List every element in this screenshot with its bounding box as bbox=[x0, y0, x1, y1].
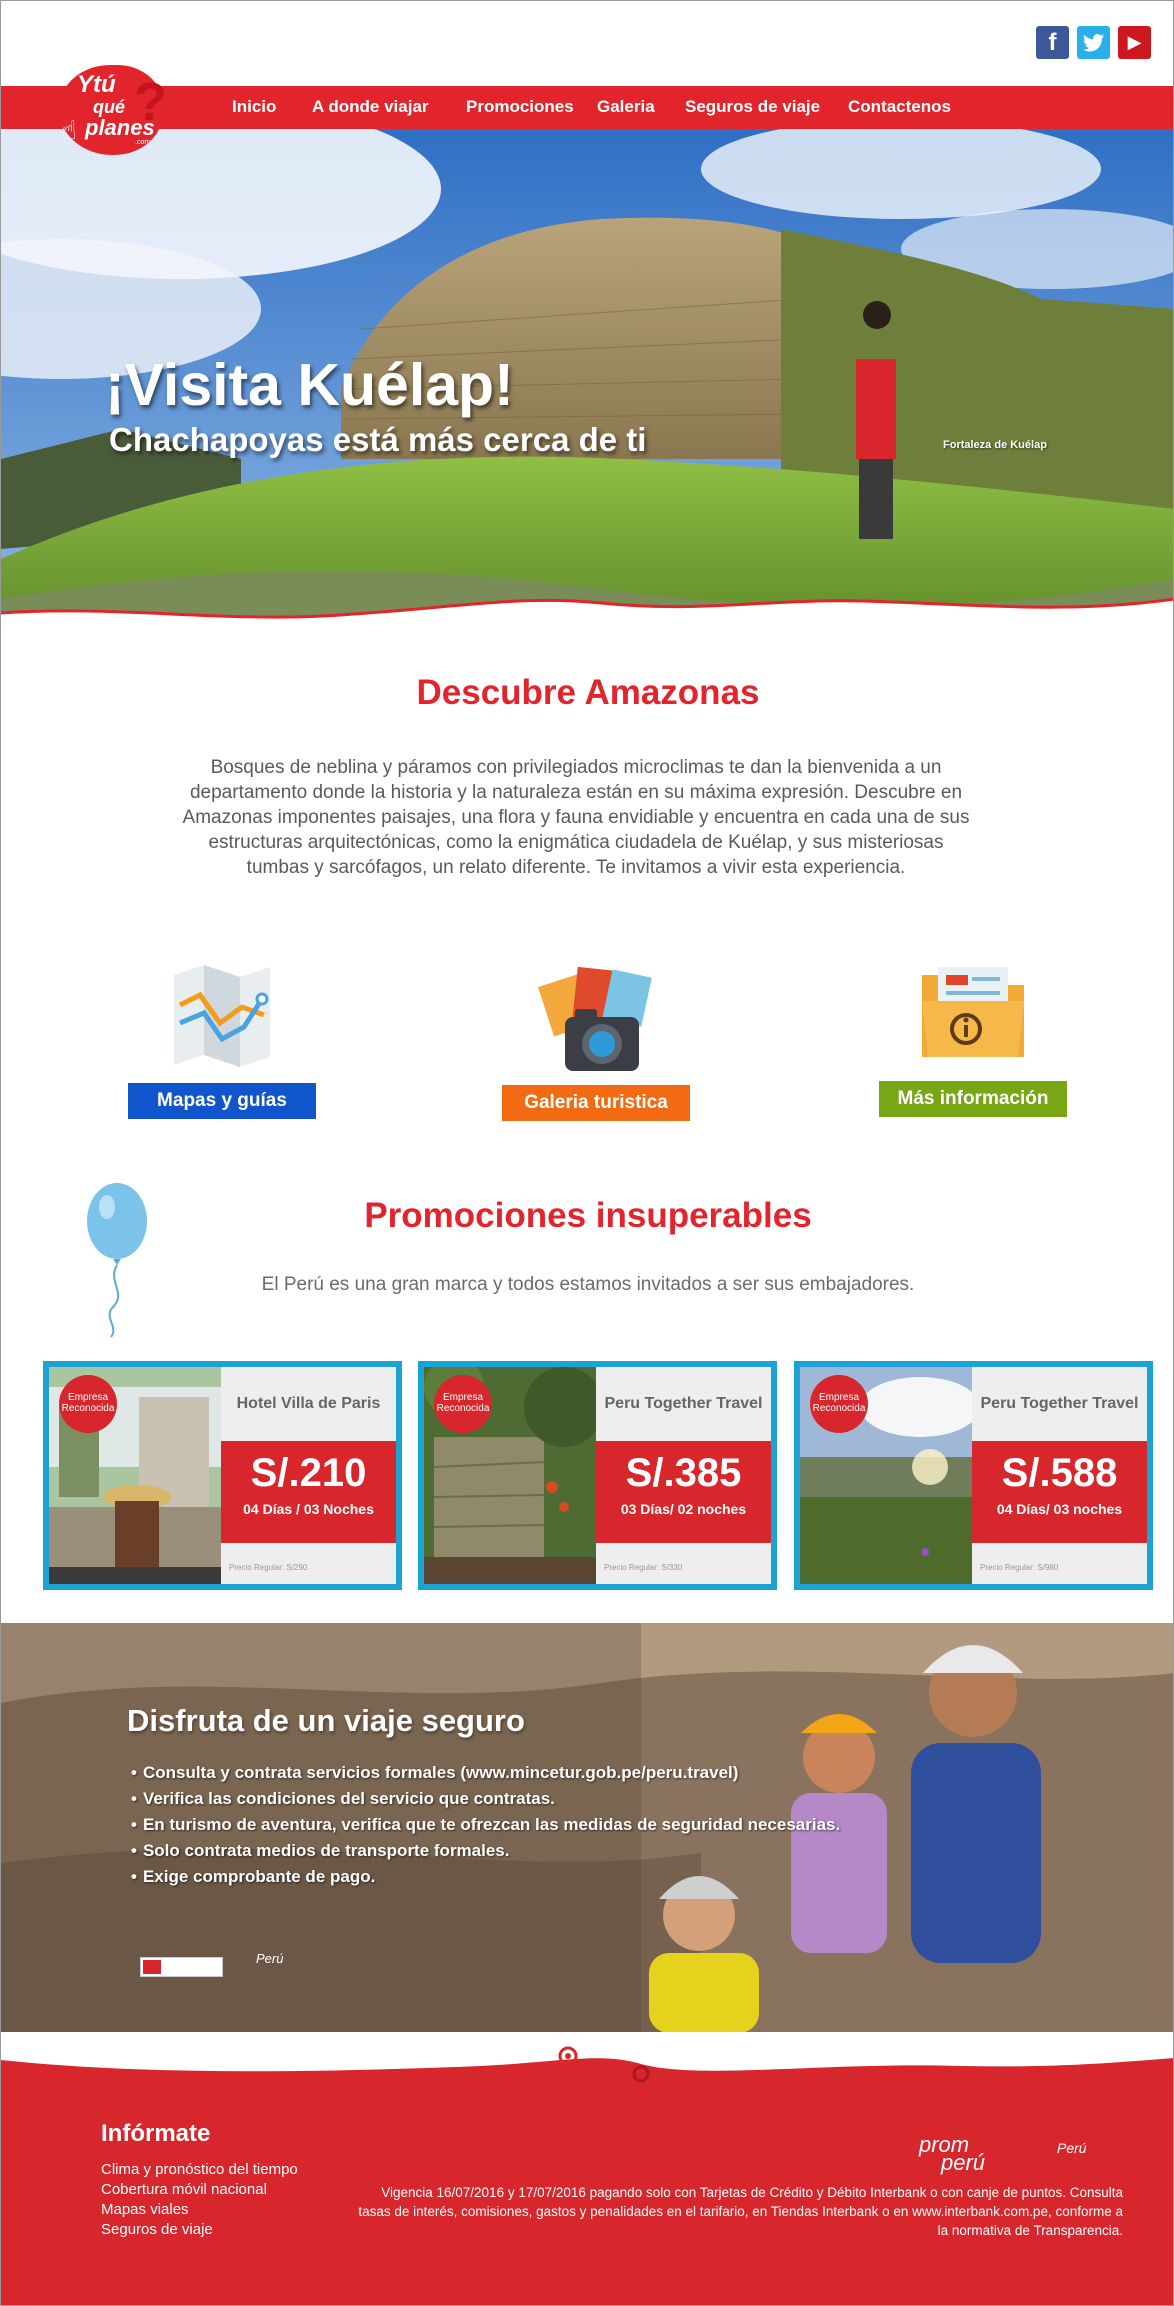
government-logo bbox=[140, 1957, 223, 1977]
page: f ▶ Inicio A donde viajar Promociones Ga… bbox=[0, 0, 1174, 2306]
safety-section: Disfruta de un viaje seguro Consulta y c… bbox=[1, 1623, 1173, 2032]
footer-link-travel-insurance[interactable]: Seguros de viaje bbox=[101, 2220, 298, 2240]
main-menu: Inicio A donde viajar Promociones Galeri… bbox=[1, 86, 1173, 129]
hero-banner: ¡Visita Kuélap! Chachapoyas está más cer… bbox=[1, 129, 1173, 635]
site-logo[interactable]: ? Ytú qué planes .com ☝ bbox=[59, 65, 167, 155]
more-info-button[interactable]: Más información bbox=[879, 1081, 1067, 1117]
promo-photo-landscape: Empresa Reconocida bbox=[800, 1367, 972, 1584]
nav-seguros-de-viaje[interactable]: Seguros de viaje bbox=[685, 97, 820, 117]
footer-legal-text: Vigencia 16/07/2016 y 17/07/2016 pagando… bbox=[358, 2185, 1123, 2238]
promo-card[interactable]: Empresa Reconocida Peru Together Travel … bbox=[418, 1361, 777, 1590]
discover-text: Bosques de neblina y páramos con privile… bbox=[182, 757, 970, 878]
promo-duration: 04 Días / 03 Noches bbox=[243, 1501, 374, 1517]
hero-caption: Fortaleza de Kuélap bbox=[943, 439, 1047, 451]
promo-price-box: S/.588 04 Días/ 03 noches bbox=[972, 1441, 1147, 1543]
footer-title: Infórmate bbox=[101, 2120, 211, 2147]
logo-text-com: .com bbox=[135, 139, 151, 146]
footer-link-mobile-coverage[interactable]: Cobertura móvil nacional bbox=[101, 2180, 298, 2200]
nav-contactenos[interactable]: Contactenos bbox=[848, 97, 951, 117]
safety-list: Consulta y contrata servicios formales (… bbox=[131, 1760, 840, 1890]
map-icon bbox=[174, 965, 270, 1067]
promo-name: Hotel Villa de Paris bbox=[236, 1395, 381, 1412]
recognized-company-badge: Empresa Reconocida bbox=[59, 1375, 117, 1433]
info-folder-icon bbox=[922, 967, 1024, 1057]
safety-item: Consulta y contrata servicios formales (… bbox=[131, 1760, 840, 1786]
peru-brand-logo: Perú bbox=[1057, 2140, 1087, 2156]
promo-card[interactable]: Empresa Reconocida Peru Together Travel … bbox=[794, 1361, 1153, 1590]
promo-price-box: S/.210 04 Días / 03 Noches bbox=[221, 1441, 396, 1543]
pointer-hand-icon: ☝ bbox=[61, 115, 77, 145]
facebook-icon[interactable]: f bbox=[1036, 26, 1069, 59]
nav-inicio[interactable]: Inicio bbox=[232, 97, 276, 117]
footer-links: Clima y pronóstico del tiempo Cobertura … bbox=[101, 2160, 298, 2240]
hero-subtitle: Chachapoyas está más cerca de ti bbox=[109, 421, 647, 458]
feature-info: Más información bbox=[878, 965, 1068, 1117]
twitter-icon[interactable] bbox=[1077, 26, 1110, 59]
nav-a-donde-viajar[interactable]: A donde viajar bbox=[312, 97, 429, 117]
footer: Infórmate Clima y pronóstico del tiempo … bbox=[1, 2032, 1173, 2305]
safety-title: Disfruta de un viaje seguro bbox=[127, 1703, 525, 1738]
peru-brand-logo: Perú bbox=[256, 1951, 284, 1966]
youtube-icon[interactable]: ▶ bbox=[1118, 26, 1151, 59]
navigation-bar: Inicio A donde viajar Promociones Galeri… bbox=[1, 86, 1173, 129]
nav-promociones[interactable]: Promociones bbox=[466, 97, 574, 117]
feature-maps: Mapas y guías bbox=[127, 965, 317, 1119]
hero-title: ¡Visita Kuélap! bbox=[105, 352, 514, 418]
twitter-bird-icon bbox=[1082, 33, 1104, 51]
promo-duration: 03 Días/ 02 noches bbox=[620, 1501, 747, 1517]
nav-galeria[interactable]: Galeria bbox=[597, 97, 655, 117]
promo-price: S/.210 bbox=[250, 1451, 367, 1495]
recognized-company-badge: Empresa Reconocida bbox=[434, 1375, 492, 1433]
promos-subtitle: El Perú es una gran marca y todos estamo… bbox=[261, 1274, 915, 1295]
promo-regular-price: Precio Regular: S/330 bbox=[604, 1563, 683, 1572]
camera-photos-icon bbox=[538, 966, 652, 1071]
promo-name: Peru Together Travel bbox=[604, 1395, 763, 1412]
feature-gallery: Galeria turistica bbox=[501, 965, 691, 1121]
promo-photo-hotel: Empresa Reconocida bbox=[49, 1367, 221, 1584]
promo-price: S/.385 bbox=[625, 1451, 742, 1495]
logo-text-ytu: Ytú bbox=[77, 71, 116, 98]
safety-item: En turismo de aventura, verifica que te … bbox=[131, 1812, 840, 1838]
promo-regular-price: Precio Regular: S/290 bbox=[229, 1563, 308, 1572]
social-links: f ▶ bbox=[1036, 26, 1151, 59]
promo-price-box: S/.385 03 Días/ 02 noches bbox=[596, 1441, 771, 1543]
promo-duration: 04 Días/ 03 noches bbox=[996, 1501, 1123, 1517]
safety-item: Exige comprobante de pago. bbox=[131, 1864, 840, 1890]
promo-price: S/.588 bbox=[1001, 1451, 1118, 1495]
maps-guides-button[interactable]: Mapas y guías bbox=[128, 1083, 316, 1119]
promos-title: Promociones insuperables bbox=[364, 1196, 812, 1235]
footer-link-weather[interactable]: Clima y pronóstico del tiempo bbox=[101, 2160, 298, 2180]
promperu-logo: prom perú bbox=[919, 2134, 986, 2175]
promo-photo-ruins: Empresa Reconocida bbox=[424, 1367, 596, 1584]
promperu-text-peru: perú bbox=[941, 2150, 986, 2175]
logo-text-planes: planes bbox=[85, 115, 155, 140]
promo-name: Peru Together Travel bbox=[980, 1395, 1139, 1412]
recognized-company-badge: Empresa Reconocida bbox=[810, 1375, 868, 1433]
promo-regular-price: Precio Regular: S/980 bbox=[980, 1563, 1059, 1572]
safety-item: Verifica las condiciones del servicio qu… bbox=[131, 1786, 840, 1812]
tourist-gallery-button[interactable]: Galeria turistica bbox=[502, 1085, 690, 1121]
safety-item: Solo contrata medios de transporte forma… bbox=[131, 1838, 840, 1864]
footer-link-road-maps[interactable]: Mapas viales bbox=[101, 2200, 298, 2220]
promo-card[interactable]: Empresa Reconocida Hotel Villa de Paris … bbox=[43, 1361, 402, 1590]
discover-title: Descubre Amazonas bbox=[416, 673, 760, 712]
